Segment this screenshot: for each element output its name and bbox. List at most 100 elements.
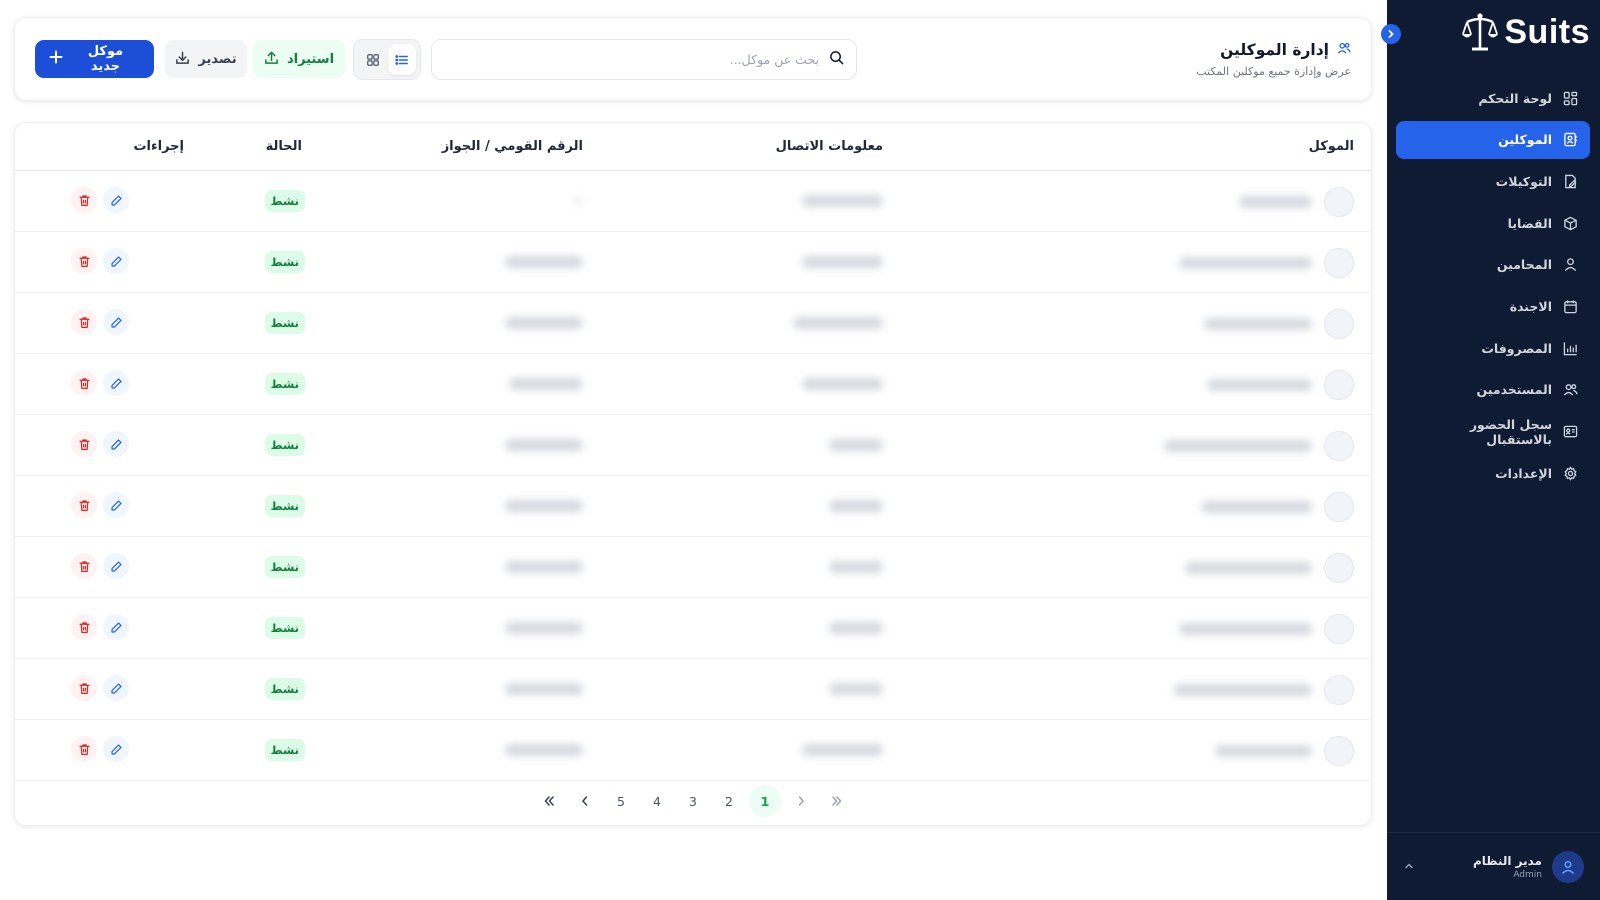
page-button-4[interactable]: 4: [641, 785, 673, 817]
pencil-icon: [110, 560, 123, 573]
table-row[interactable]: نشط: [15, 659, 1371, 720]
page-button-3[interactable]: 3: [677, 785, 709, 817]
export-button[interactable]: تصدير: [165, 40, 247, 78]
table-row[interactable]: نشط: [15, 720, 1371, 781]
table-row[interactable]: نشط: [15, 293, 1371, 354]
delete-button[interactable]: [71, 370, 97, 396]
last-page-button[interactable]: [821, 785, 853, 817]
client-name-redacted: [1207, 378, 1312, 391]
brand[interactable]: Suits: [1462, 12, 1590, 52]
edit-button[interactable]: [103, 675, 129, 701]
client-cell[interactable]: [1124, 673, 1354, 706]
power-of-attorney-icon: [1562, 173, 1578, 189]
chevron-up-icon[interactable]: [1403, 857, 1415, 876]
next-page-button[interactable]: [785, 785, 817, 817]
delete-button[interactable]: [71, 492, 97, 518]
table-row[interactable]: نشط: [15, 171, 1371, 232]
client-cell[interactable]: [1124, 368, 1354, 401]
table-row[interactable]: نشط: [15, 476, 1371, 537]
delete-button[interactable]: [71, 187, 97, 213]
column-header-status[interactable]: الحالة: [266, 139, 302, 154]
edit-button[interactable]: [103, 187, 129, 213]
sidebar-item-expenses[interactable]: المصروفات: [1396, 329, 1590, 367]
first-page-button[interactable]: [533, 785, 565, 817]
table-row[interactable]: نشط: [15, 354, 1371, 415]
grid-view-button[interactable]: [359, 44, 387, 75]
page-button-5[interactable]: 5: [605, 785, 637, 817]
client-cell[interactable]: [1124, 429, 1354, 462]
user-role: Admin: [1513, 869, 1542, 880]
sidebar-item-lawyers[interactable]: المحامين: [1396, 246, 1590, 284]
export-label: تصدير: [198, 51, 237, 67]
sidebar-item-calendar[interactable]: الاجندة: [1396, 287, 1590, 325]
column-header-client[interactable]: الموكل: [1309, 139, 1354, 154]
column-header-national-id[interactable]: الرقم القومي / الجواز: [442, 139, 583, 154]
delete-button[interactable]: [71, 614, 97, 640]
sidebar-item-attendance[interactable]: سجل الحضور بالاستقبال: [1396, 413, 1590, 451]
page-button-2[interactable]: 2: [713, 785, 745, 817]
pencil-icon: [110, 438, 123, 451]
delete-button[interactable]: [71, 309, 97, 335]
edit-button[interactable]: [103, 309, 129, 335]
delete-button[interactable]: [71, 736, 97, 762]
new-client-button[interactable]: موكل جديد: [35, 40, 154, 78]
trash-icon: [78, 316, 91, 329]
contact-cell: [783, 195, 883, 209]
sidebar-item-cases[interactable]: القضايا: [1396, 204, 1590, 242]
client-cell[interactable]: [1124, 612, 1354, 645]
national-id-cell: [483, 622, 583, 636]
status-badge: نشط: [264, 495, 305, 517]
edit-button[interactable]: [103, 370, 129, 396]
delete-button[interactable]: [71, 431, 97, 457]
page-button-1[interactable]: 1: [749, 785, 781, 817]
edit-button[interactable]: [103, 614, 129, 640]
status-badge: نشط: [264, 190, 305, 212]
table-row[interactable]: نشط: [15, 415, 1371, 476]
sidebar-item-users[interactable]: المستخدمين: [1396, 371, 1590, 409]
national-id-redacted: [573, 195, 583, 207]
sidebar-item-settings[interactable]: الإعدادات: [1396, 454, 1590, 492]
sidebar-item-clients[interactable]: الموكلين: [1396, 120, 1590, 159]
actions-cell: [71, 675, 129, 701]
sidebar-item-dashboard[interactable]: لوحة التحكم: [1396, 79, 1590, 117]
pencil-icon: [110, 194, 123, 207]
contact-info-redacted: [802, 256, 883, 268]
user-menu[interactable]: مدير النظام Admin: [1387, 832, 1600, 900]
national-id-redacted: [505, 439, 583, 451]
sidebar-item-power-of-attorney[interactable]: التوكيلات: [1396, 162, 1590, 200]
search-input[interactable]: [444, 40, 819, 79]
status-cell: نشط: [264, 556, 305, 578]
edit-button[interactable]: [103, 492, 129, 518]
client-name-redacted: [1164, 439, 1312, 452]
pencil-icon: [110, 255, 123, 268]
edit-button[interactable]: [103, 736, 129, 762]
delete-button[interactable]: [71, 675, 97, 701]
contact-cell: [783, 683, 883, 697]
table-row[interactable]: نشط: [15, 598, 1371, 659]
client-cell[interactable]: [1124, 551, 1354, 584]
trash-icon: [78, 499, 91, 512]
delete-button[interactable]: [71, 553, 97, 579]
delete-button[interactable]: [71, 248, 97, 274]
list-view-button[interactable]: [387, 44, 416, 75]
client-cell[interactable]: [1124, 734, 1354, 767]
client-cell[interactable]: [1124, 246, 1354, 279]
client-cell[interactable]: [1124, 307, 1354, 340]
sidebar-collapse-button[interactable]: [1381, 24, 1401, 44]
status-badge: نشط: [264, 434, 305, 456]
edit-button[interactable]: [103, 248, 129, 274]
prev-page-button[interactable]: [569, 785, 601, 817]
edit-button[interactable]: [103, 431, 129, 457]
edit-button[interactable]: [103, 553, 129, 579]
client-avatar: [1324, 308, 1354, 339]
contact-cell: [783, 561, 883, 575]
client-cell[interactable]: [1124, 490, 1354, 523]
table-row[interactable]: نشط: [15, 537, 1371, 598]
import-button[interactable]: استيراد: [253, 40, 345, 78]
column-header-contact[interactable]: معلومات الاتصال: [776, 139, 883, 154]
contact-info-redacted: [829, 439, 883, 451]
national-id-cell: [483, 500, 583, 514]
table-row[interactable]: نشط: [15, 232, 1371, 293]
actions-cell: [71, 187, 129, 213]
client-cell[interactable]: [1124, 185, 1354, 218]
